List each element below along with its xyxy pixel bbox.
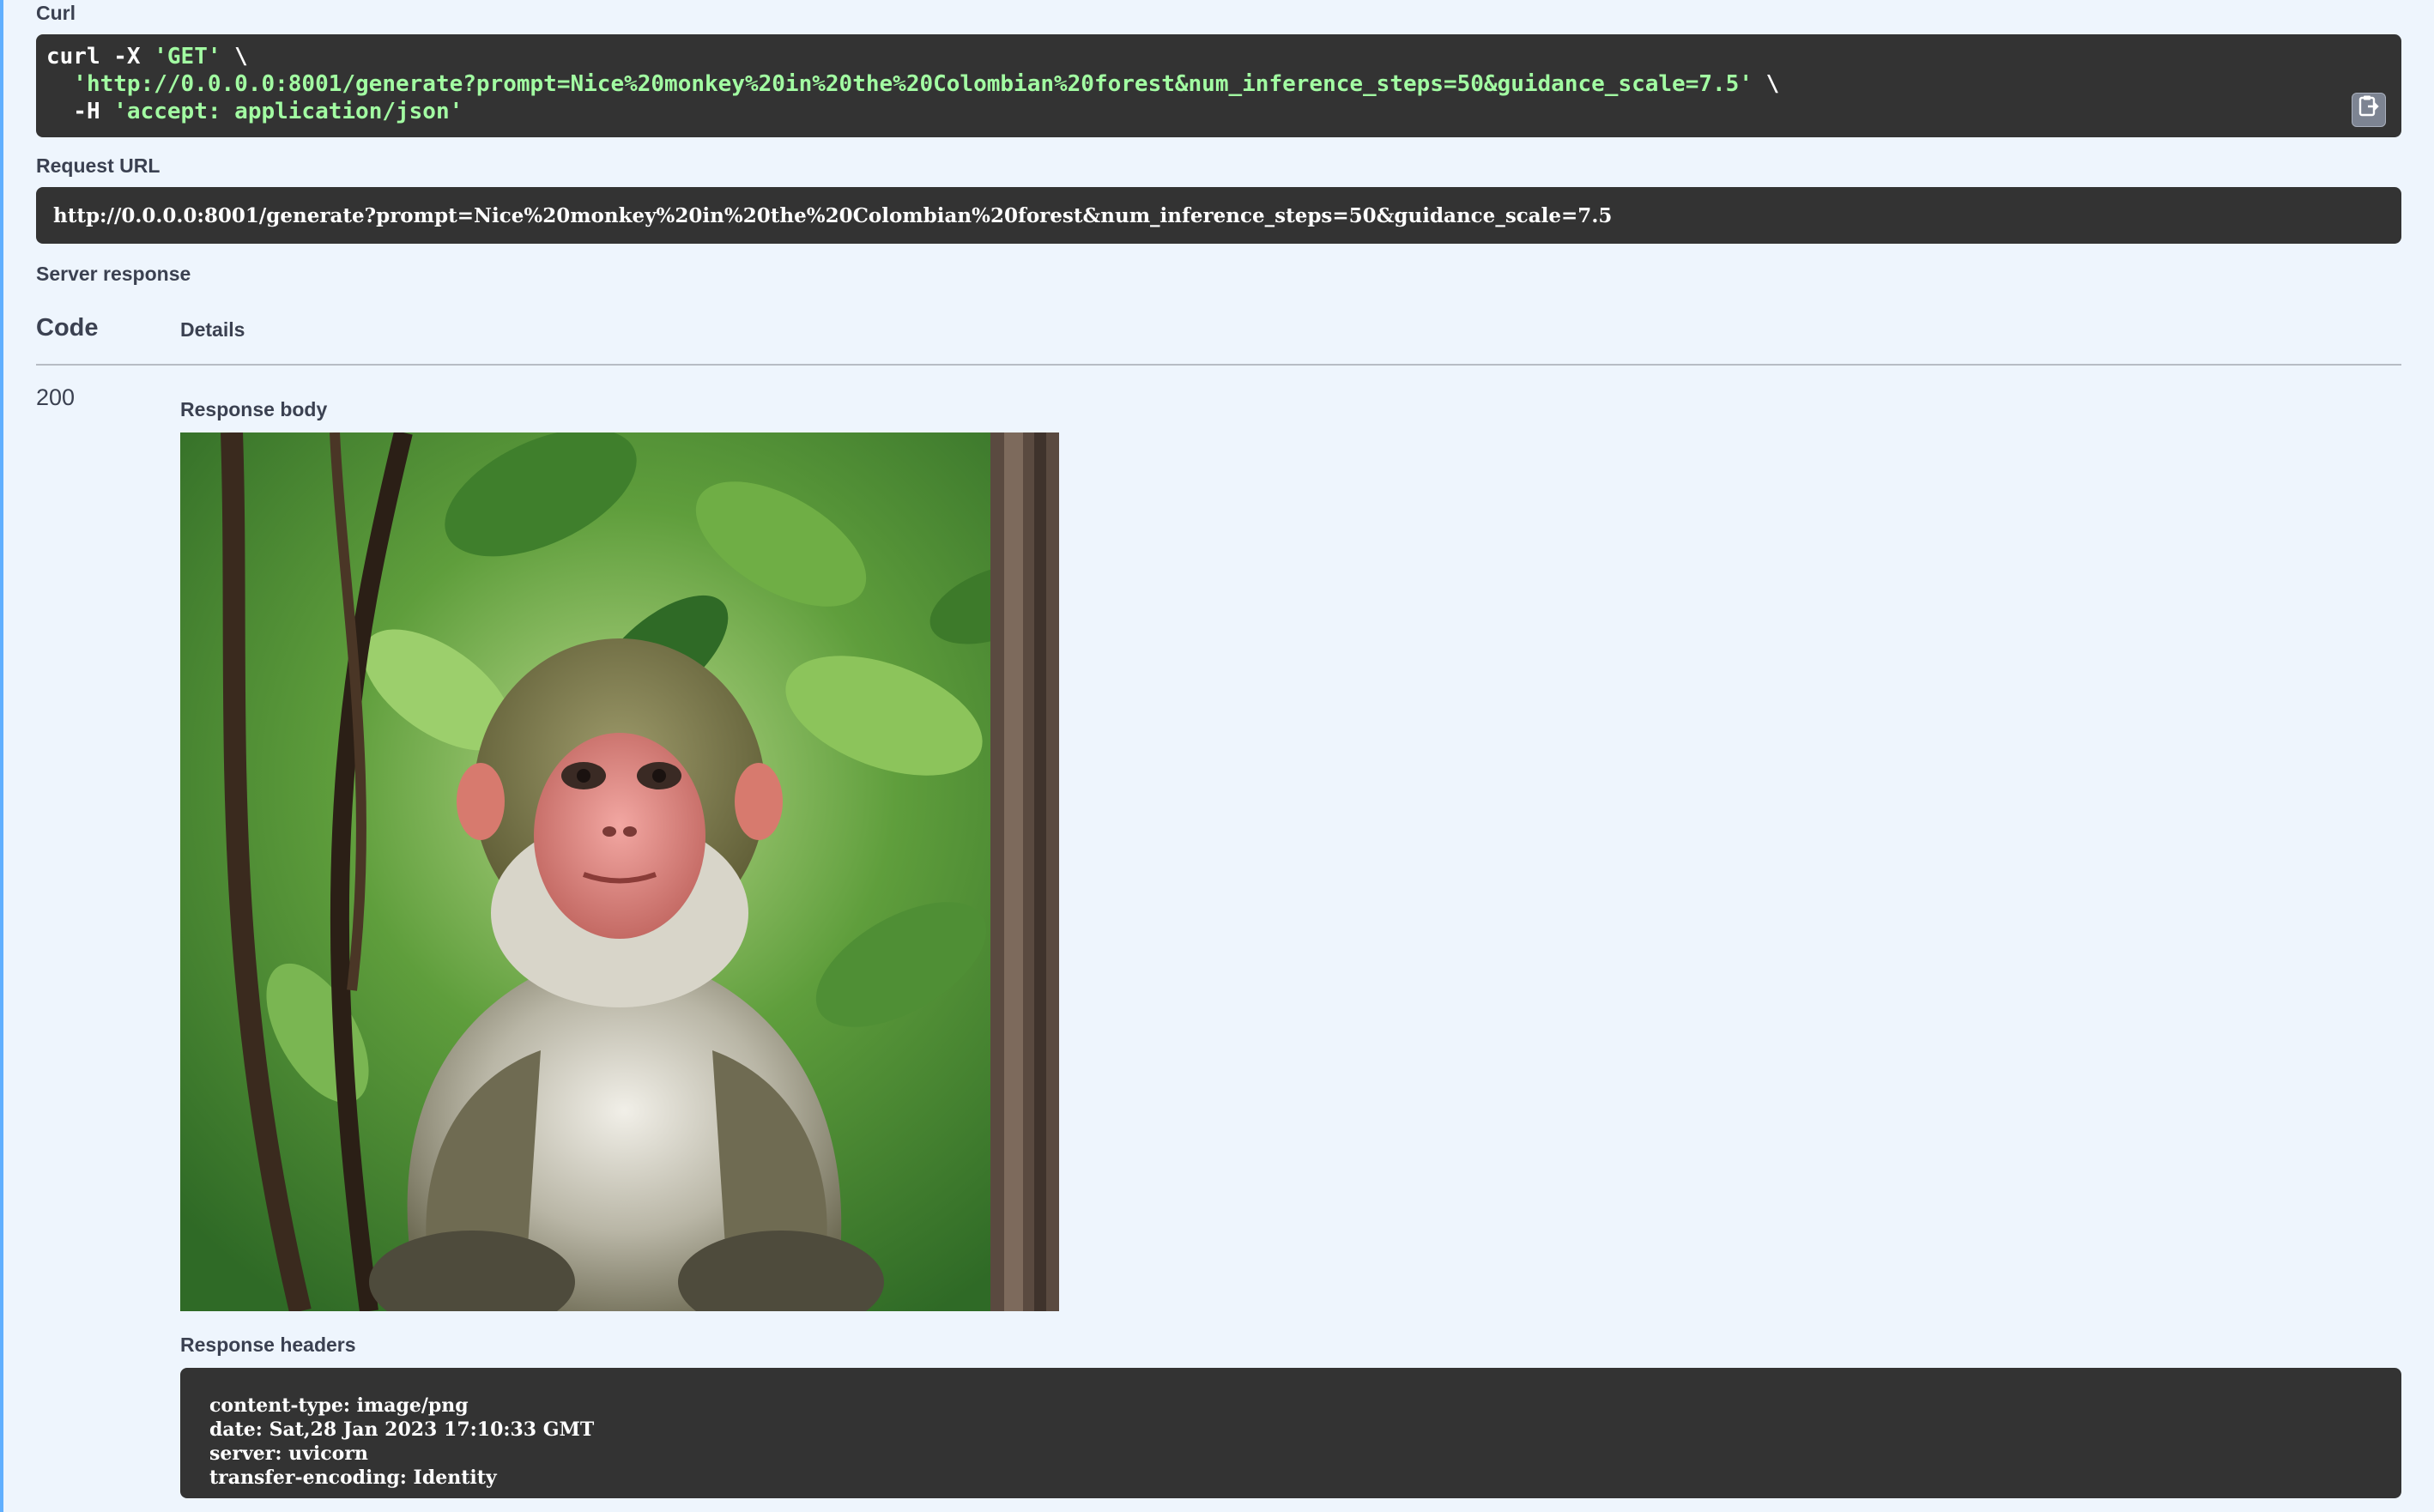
response-header-line: content-type: image/png bbox=[209, 1394, 469, 1417]
curl-label: Curl bbox=[36, 2, 76, 24]
details-column-header: Details bbox=[180, 318, 245, 341]
response-image-monkey bbox=[180, 432, 1059, 1311]
curl-url: 'http://0.0.0.0:8001/generate?prompt=Nic… bbox=[46, 71, 1753, 97]
curl-code-block[interactable]: curl -X 'GET' \ 'http://0.0.0.0:8001/gen… bbox=[36, 34, 2401, 137]
code-column-header: Code bbox=[36, 314, 99, 342]
curl-method: 'GET' bbox=[154, 44, 221, 70]
curl-line-1: curl -X 'GET' \ bbox=[46, 43, 2391, 70]
curl-header-flag: -H bbox=[46, 99, 114, 124]
curl-continuation: \ bbox=[221, 44, 248, 70]
curl-accept-header: 'accept: application/json' bbox=[113, 99, 463, 124]
curl-command: curl -X bbox=[46, 44, 154, 70]
server-response-label: Server response bbox=[36, 263, 191, 285]
status-code: 200 bbox=[36, 384, 76, 410]
copy-to-clipboard-button[interactable] bbox=[2352, 93, 2386, 127]
response-header-line: transfer-encoding: Identity bbox=[209, 1467, 497, 1489]
response-body-label: Response body bbox=[180, 398, 328, 420]
curl-line-2: 'http://0.0.0.0:8001/generate?prompt=Nic… bbox=[46, 70, 2391, 98]
table-divider bbox=[36, 364, 2401, 366]
response-headers-label: Response headers bbox=[180, 1334, 356, 1356]
curl-continuation: \ bbox=[1752, 71, 1780, 97]
response-header-line: date: Sat,28 Jan 2023 17:10:33 GMT bbox=[209, 1418, 595, 1441]
request-url-label: Request URL bbox=[36, 154, 160, 177]
curl-line-3: -H 'accept: application/json' bbox=[46, 98, 2391, 125]
response-headers-block[interactable]: content-type: image/png date: Sat,28 Jan… bbox=[180, 1368, 2401, 1498]
response-header-line: server: uvicorn bbox=[209, 1442, 368, 1465]
request-url-block[interactable]: http://0.0.0.0:8001/generate?prompt=Nice… bbox=[36, 187, 2401, 244]
left-border-accent bbox=[0, 0, 3, 1512]
clipboard-icon bbox=[2358, 94, 2380, 125]
